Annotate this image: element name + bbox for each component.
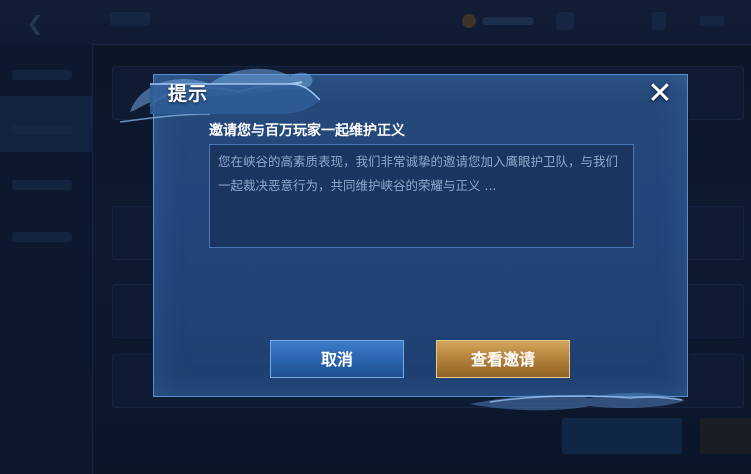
message-box: 您在峡谷的高素质表现，我们非常诚挚的邀请您加入鹰眼护卫队，与我们一起裁决恶意行为… — [209, 144, 634, 248]
invite-message: 您在峡谷的高素质表现，我们非常诚挚的邀请您加入鹰眼护卫队，与我们一起裁决恶意行为… — [218, 154, 619, 193]
invite-headline: 邀请您与百万玩家一起维护正义 — [209, 123, 405, 139]
cancel-button[interactable]: 取消 — [270, 340, 404, 378]
dialog-title: 提示 — [168, 83, 209, 105]
close-icon[interactable]: ✕ — [644, 78, 676, 110]
game-screen: ❮ 提示 ✕ 邀请您与百万玩家一起维护正义 您在峡谷的高素质表现，我们非常诚挚的… — [0, 0, 751, 474]
cloud-ornament-icon — [470, 392, 685, 411]
view-invite-button[interactable]: 查看邀请 — [436, 340, 570, 378]
